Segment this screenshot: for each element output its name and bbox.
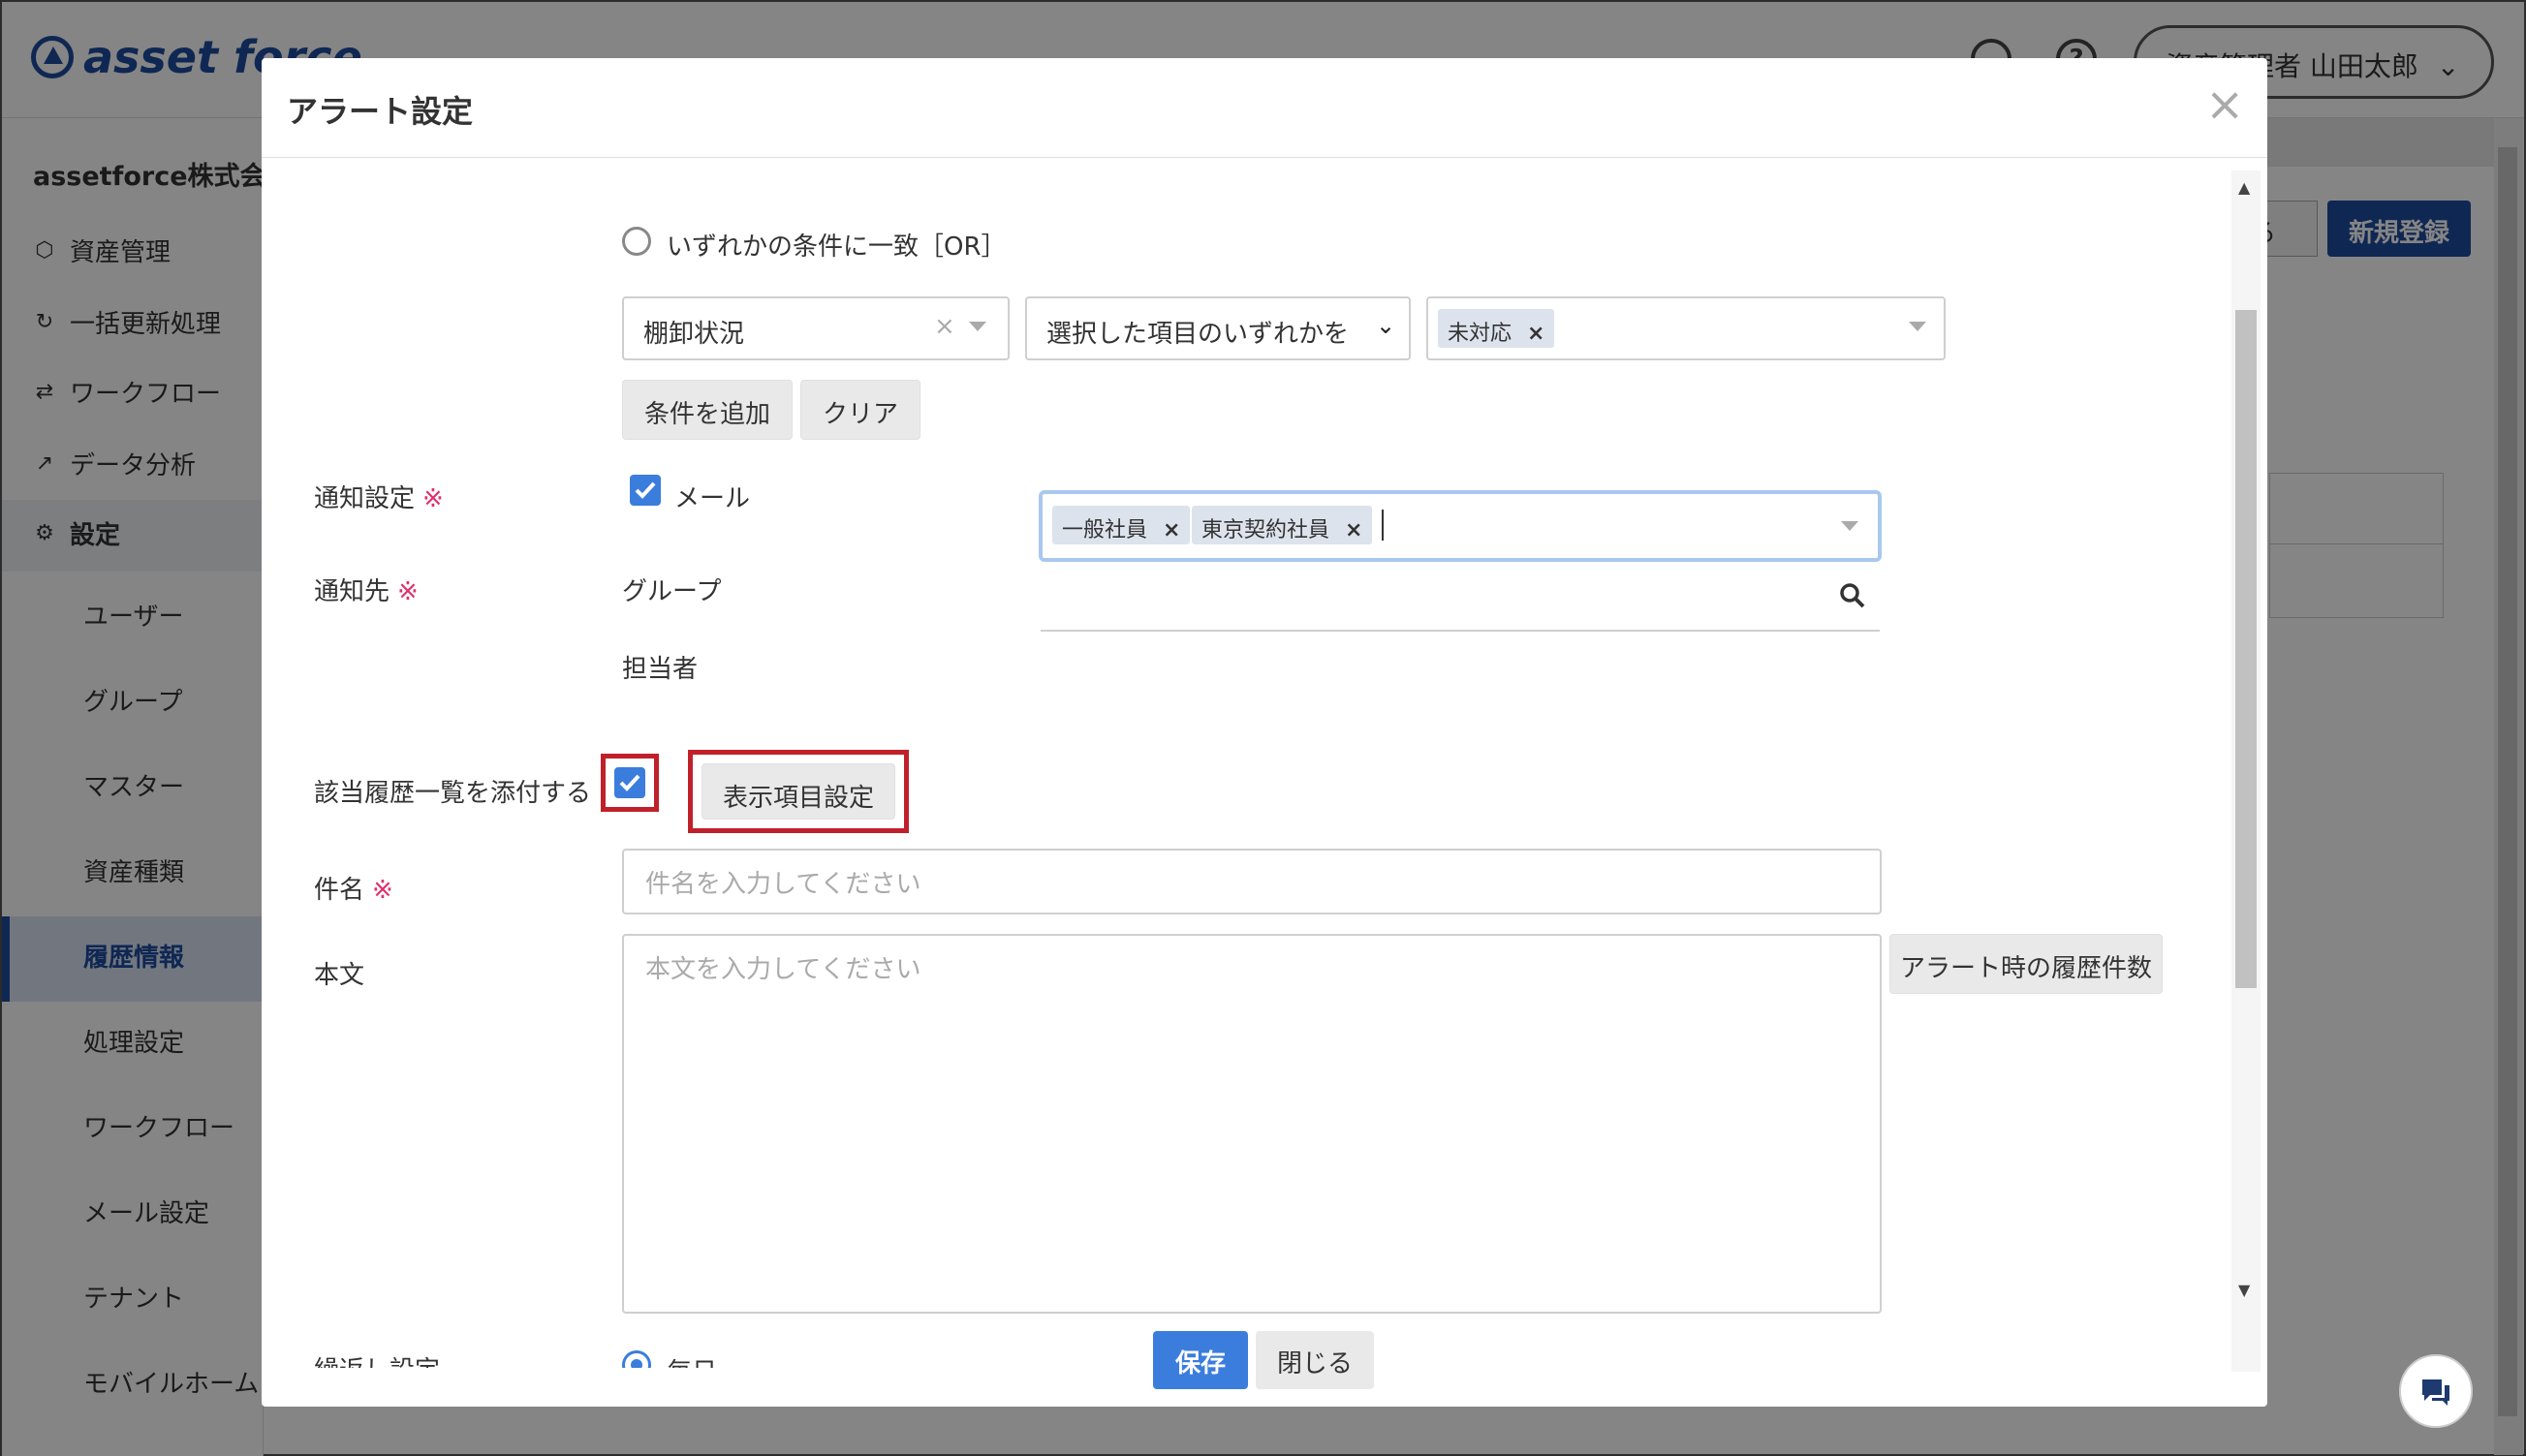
required-mark: ※ [372, 876, 393, 905]
or-condition-radio[interactable] [622, 227, 651, 256]
check-icon [619, 774, 640, 791]
scroll-down-icon[interactable]: ▼ [2238, 1281, 2250, 1299]
chat-icon [2422, 1379, 2449, 1406]
condition-operator-select[interactable]: 選択した項目のいずれかを含む ⌄ [1025, 296, 1411, 360]
alert-settings-modal: アラート設定 × ▲ ▼ いずれかの条件に一致［OR］ 棚卸状況 × 選択した項… [262, 58, 2267, 1407]
condition-value-select[interactable]: 未対応 × [1426, 296, 1946, 360]
person-search-input[interactable] [1041, 630, 1880, 632]
group-multi-select[interactable]: 一般社員 × 東京契約社員 × [1039, 490, 1882, 562]
close-icon[interactable]: × [2205, 81, 2244, 128]
search-icon[interactable] [1838, 581, 1867, 610]
subject-input[interactable]: 件名を入力してください [622, 849, 1882, 914]
chat-button[interactable] [2399, 1354, 2473, 1428]
person-label: 担当者 [622, 655, 699, 684]
recipients-text: 通知先 [314, 577, 390, 606]
remove-tag-icon[interactable]: × [1163, 518, 1180, 542]
caret-down-icon [1841, 521, 1858, 531]
group-tag-label: 東京契約社員 [1201, 518, 1330, 542]
body-label: 本文 [314, 961, 365, 990]
display-items-setting-button[interactable]: 表示項目設定 [702, 763, 895, 820]
body-placeholder: 本文を入力してください [645, 955, 921, 984]
condition-operator-value: 選択した項目のいずれかを含む [1046, 320, 1347, 349]
recipients-label: 通知先 ※ [314, 572, 419, 607]
value-tag: 未対応 × [1438, 309, 1555, 348]
repeat-setting-label: 繰返し設定 [314, 1350, 440, 1368]
modal-header: アラート設定 × [262, 58, 2267, 158]
group-label: グループ [622, 577, 722, 606]
add-condition-button[interactable]: 条件を追加 [622, 380, 793, 440]
repeat-daily-radio[interactable] [622, 1350, 651, 1368]
subject-label: 件名 ※ [314, 870, 393, 906]
required-mark: ※ [422, 484, 444, 513]
body-textarea[interactable]: 本文を入力してください [622, 934, 1882, 1314]
group-tag: 一般社員 × [1052, 506, 1191, 544]
caret-down-icon [1909, 322, 1926, 331]
or-condition-label: いずれかの条件に一致［OR］ [667, 232, 1007, 262]
subject-placeholder: 件名を入力してください [645, 870, 921, 899]
chevron-down-icon: ⌄ [1376, 312, 1396, 339]
condition-field-value: 棚卸状況 [643, 320, 745, 349]
repeat-daily-label: 毎日 [667, 1352, 717, 1368]
scroll-up-icon[interactable]: ▲ [2238, 178, 2250, 197]
text-cursor [1382, 510, 1384, 541]
value-tag-label: 未対応 [1448, 322, 1512, 346]
required-mark: ※ [397, 577, 419, 606]
clear-icon[interactable]: × [934, 312, 955, 341]
mail-checkbox[interactable] [630, 475, 661, 506]
attach-history-label: 該当履歴一覧を添付する [314, 779, 592, 808]
group-tag-label: 一般社員 [1062, 518, 1148, 542]
save-button[interactable]: 保存 [1153, 1331, 1248, 1389]
remove-tag-icon[interactable]: × [1527, 322, 1544, 346]
clear-conditions-button[interactable]: クリア [800, 380, 920, 440]
insert-history-count-button[interactable]: アラート時の履歴件数 [1889, 934, 2163, 994]
mail-label: メール [674, 484, 751, 513]
group-tag: 東京契約社員 × [1192, 506, 1373, 544]
notify-setting-label: 通知設定 ※ [314, 479, 444, 514]
caret-down-icon [969, 322, 986, 331]
remove-tag-icon[interactable]: × [1345, 518, 1362, 542]
modal-scrollbar-thumb[interactable] [2235, 310, 2257, 988]
subject-text: 件名 [314, 876, 365, 905]
notify-setting-text: 通知設定 [314, 484, 416, 513]
condition-field-select[interactable]: 棚卸状況 × [622, 296, 1010, 360]
attach-history-checkbox[interactable] [614, 767, 645, 798]
cancel-button[interactable]: 閉じる [1256, 1331, 1374, 1389]
modal-title: アラート設定 [287, 93, 474, 130]
check-icon [635, 481, 656, 499]
modal-body: いずれかの条件に一致［OR］ 棚卸状況 × 選択した項目のいずれかを含む ⌄ 未… [262, 159, 2238, 1368]
